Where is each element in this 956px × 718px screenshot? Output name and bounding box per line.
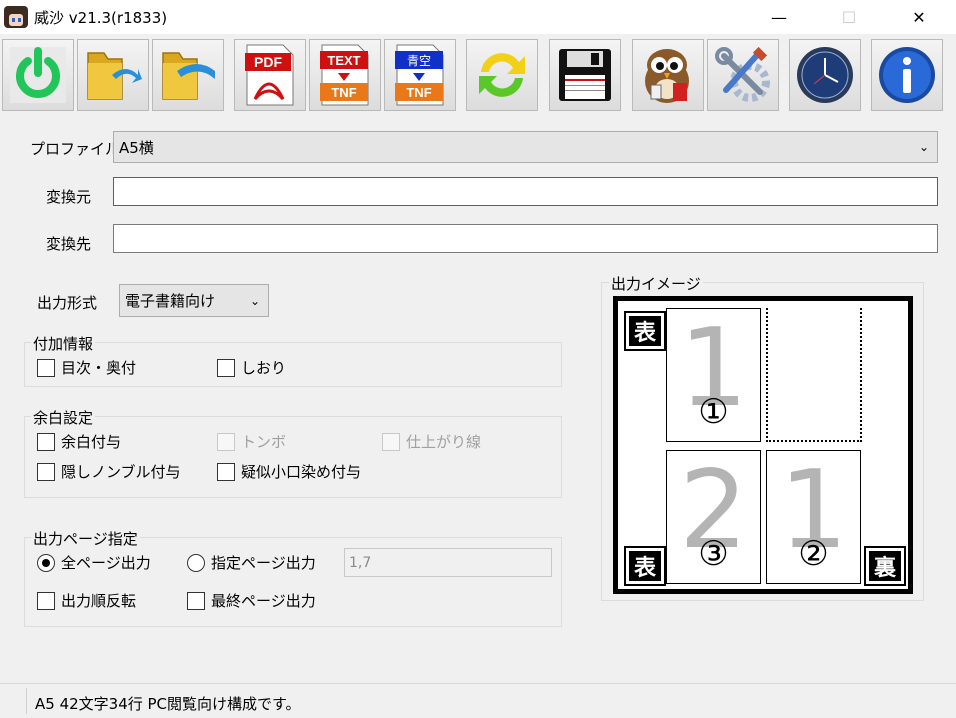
open-back-button[interactable] [152, 39, 224, 111]
pdf-icon: PDF [245, 44, 294, 106]
specified-pages-label: 指定ページ出力 [211, 554, 316, 572]
output-format-label: 出力形式 [37, 294, 98, 312]
title-bar: 威沙 v21.3(r1833) — ☐ ✕ [0, 0, 956, 34]
status-bar: A5 42文字34行 PC閲覧向け構成です。 [0, 683, 956, 718]
minimize-button[interactable]: — [756, 0, 802, 34]
hidden-nombre-checkbox[interactable]: 隠しノンブル付与 [37, 461, 181, 482]
all-pages-radio[interactable]: 全ページ出力 [37, 552, 151, 573]
front-tag-bottom: 表 [624, 546, 666, 586]
source-label: 変換元 [46, 188, 92, 206]
pseudo-edge-checkbox[interactable]: 疑似小口染め付与 [217, 461, 361, 482]
svg-text:PDF: PDF [254, 54, 282, 70]
owl-icon [645, 49, 689, 103]
settings-button[interactable] [707, 39, 779, 111]
save-button[interactable] [549, 39, 621, 111]
preview-page-1: 1 ① [666, 308, 761, 442]
aozora-tnf-icon: 青空 TNF [395, 44, 444, 106]
specified-pages-radio[interactable]: 指定ページ出力 [187, 552, 316, 573]
close-button[interactable]: ✕ [896, 0, 942, 34]
chevron-down-icon: ⌄ [249, 293, 260, 308]
margin-title: 余白設定 [31, 407, 96, 428]
owl-button[interactable] [632, 39, 704, 111]
tools-icon [715, 46, 770, 102]
clock-button[interactable] [789, 39, 861, 111]
last-page-checkbox[interactable]: 最終ページ出力 [187, 590, 316, 611]
reverse-order-checkbox[interactable]: 出力順反転 [37, 590, 136, 611]
text-tnf-icon: TEXT TNF [320, 44, 369, 106]
output-format-select[interactable]: 電子書籍向け ⌄ [119, 284, 269, 317]
finish-line-checkbox: 仕上がり線 [382, 431, 481, 452]
open-folder-icon [87, 52, 142, 100]
window-title: 威沙 v21.3(r1833) [34, 9, 168, 27]
svg-text:TEXT: TEXT [327, 53, 360, 68]
status-text: A5 42文字34行 PC閲覧向け構成です。 [35, 695, 301, 713]
hidden-nombre-label: 隠しノンブル付与 [61, 463, 181, 481]
profile-select[interactable]: A5横 ⌄ [113, 131, 938, 163]
tombo-label: トンボ [241, 433, 287, 451]
bookmark-checkbox[interactable]: しおり [217, 357, 286, 378]
last-page-label: 最終ページ出力 [211, 592, 316, 610]
output-pages-title: 出力ページ指定 [31, 528, 140, 549]
toolbar: PDF TEXT TNF 青空 TNF [0, 34, 956, 118]
chevron-down-icon: ⌄ [918, 140, 929, 154]
clock-icon [797, 47, 853, 103]
preview-image: 1 ① 2 ③ 1 ② 表 表 裏 [613, 296, 913, 594]
app-icon[interactable] [4, 6, 28, 28]
add-margin-checkbox[interactable]: 余白付与 [37, 431, 121, 452]
margin-group [24, 416, 562, 498]
back-tag: 裏 [864, 546, 906, 586]
power-icon [10, 47, 66, 103]
svg-text:TNF: TNF [331, 85, 356, 100]
text-tnf-button[interactable]: TEXT TNF [309, 39, 381, 111]
refresh-button[interactable] [466, 39, 538, 111]
info-icon [879, 47, 935, 103]
svg-text:TNF: TNF [406, 85, 431, 100]
open-button[interactable] [77, 39, 149, 111]
dest-input[interactable] [113, 224, 938, 253]
add-margin-label: 余白付与 [61, 433, 122, 451]
pages-input: 1,7 [344, 548, 552, 577]
all-pages-label: 全ページ出力 [61, 554, 151, 572]
preview-blank-page [766, 308, 862, 442]
open-folder-back-icon [162, 52, 215, 100]
dest-label: 変換先 [46, 235, 92, 253]
power-button[interactable] [2, 39, 74, 111]
preview-page-2: 2 ③ [666, 450, 761, 584]
pseudo-edge-label: 疑似小口染め付与 [241, 463, 362, 481]
pdf-button[interactable]: PDF [234, 39, 306, 111]
aozora-tnf-button[interactable]: 青空 TNF [384, 39, 456, 111]
preview-page-2-order: ③ [698, 534, 729, 574]
refresh-icon [479, 53, 525, 97]
tombo-checkbox: トンボ [217, 431, 286, 452]
additional-info-title: 付加情報 [31, 333, 96, 354]
maximize-button: ☐ [841, 7, 857, 27]
preview-page-1-order: ① [698, 392, 729, 432]
toc-label: 目次・奥付 [61, 359, 137, 377]
preview-title: 出力イメージ [609, 273, 703, 294]
svg-text:青空: 青空 [407, 54, 431, 68]
profile-label: プロファイル [30, 140, 121, 158]
reverse-order-label: 出力順反転 [61, 592, 137, 610]
info-button[interactable] [871, 39, 943, 111]
source-input[interactable] [113, 177, 938, 206]
output-format-value: 電子書籍向け [125, 292, 216, 310]
finish-line-label: 仕上がり線 [406, 433, 482, 451]
front-tag-top: 表 [624, 311, 666, 351]
status-separator [26, 688, 27, 714]
preview-page-3: 1 ② [766, 450, 861, 584]
preview-page-3-order: ② [798, 534, 829, 574]
toc-checkbox[interactable]: 目次・奥付 [37, 357, 136, 378]
profile-value: A5横 [119, 138, 154, 157]
bookmark-label: しおり [241, 359, 287, 377]
floppy-save-icon [559, 49, 611, 101]
